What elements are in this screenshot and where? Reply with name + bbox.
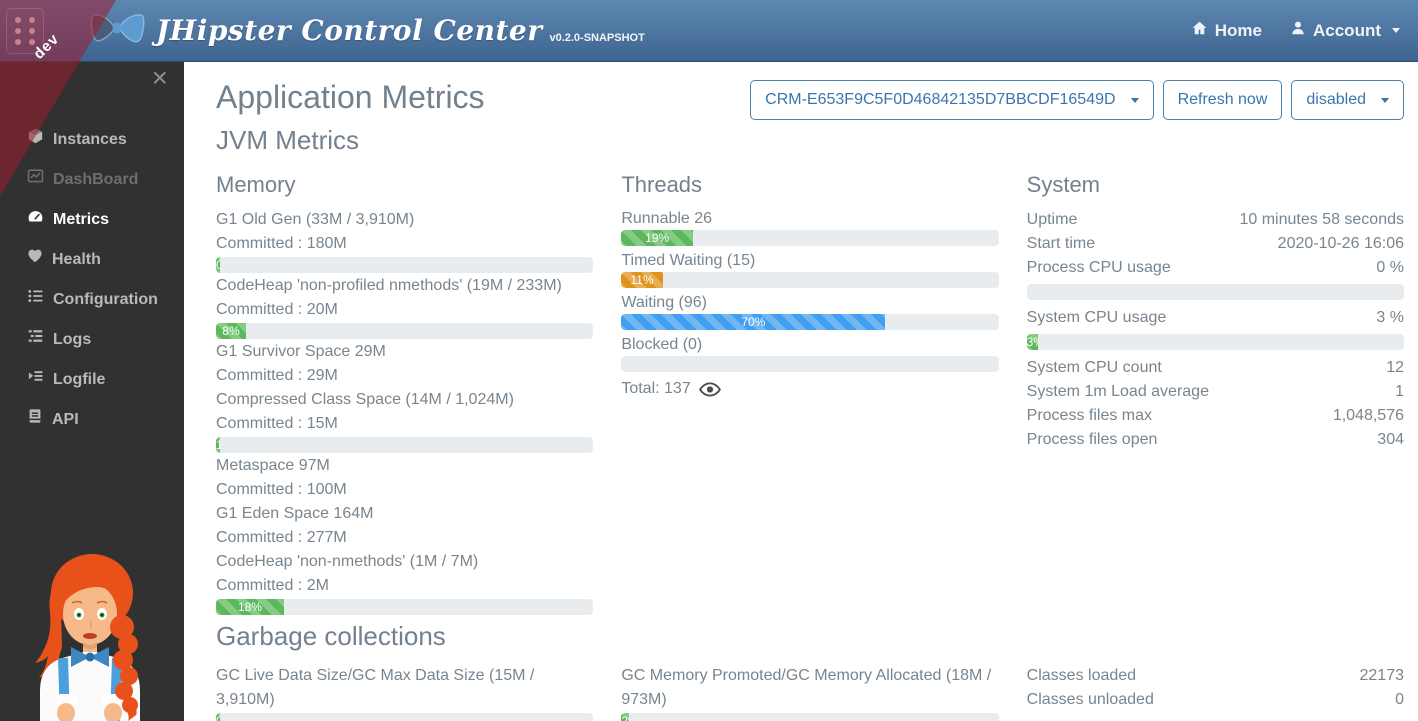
tasks-icon (27, 328, 44, 352)
progress-bar: 3% (1027, 334, 1404, 350)
threads-column: Threads Runnable 26 19% Timed Waiting (1… (621, 172, 998, 616)
page-title: Application Metrics (216, 78, 485, 116)
refresh-rate-select[interactable]: disabled (1291, 80, 1404, 120)
logfile-icon (27, 368, 44, 392)
progress-bar: 19% (621, 230, 998, 246)
system-row: Start time2020-10-26 16:06 (1027, 232, 1404, 256)
memory-item: G1 Survivor Space 29M Committed : 29M (216, 340, 593, 388)
close-icon[interactable]: × (152, 64, 168, 92)
memory-item: G1 Eden Space 164M Committed : 277M (216, 502, 593, 550)
sidebar-item-instances[interactable]: Instances (0, 120, 184, 160)
classes-row: Classes unloaded0 (1027, 688, 1404, 712)
brand[interactable]: JHipster Control Center v0.2.0-SNAPSHOT (88, 9, 645, 52)
cube-icon (27, 128, 44, 152)
progress-bar: 70% (621, 314, 998, 330)
thread-item: Blocked (0) (621, 334, 998, 372)
user-icon (1290, 20, 1306, 41)
eye-icon[interactable] (699, 382, 721, 397)
memory-item: CodeHeap 'non-profiled nmethods' (19M / … (216, 274, 593, 339)
gc-item: GC Live Data Size/GC Max Data Size (15M … (216, 664, 593, 721)
account-menu[interactable]: Account (1290, 20, 1400, 41)
sidebar-item-configuration[interactable]: Configuration (0, 280, 184, 320)
system-row: Process CPU usage0 % (1027, 256, 1404, 280)
main-content: Application Metrics CRM-E653F9C5F0D46842… (184, 62, 1418, 721)
classes-row: Classes loaded22173 (1027, 664, 1404, 688)
thread-item: Timed Waiting (15) 11% (621, 250, 998, 288)
progress-bar: 0% (216, 713, 593, 721)
progress-bar (621, 356, 998, 372)
memory-item: Compressed Class Space (14M / 1,024M) Co… (216, 388, 593, 453)
gc-item: GC Memory Promoted/GC Memory Allocated (… (621, 664, 998, 721)
bowtie-logo-icon (88, 9, 146, 52)
brand-version: v0.2.0-SNAPSHOT (549, 32, 644, 44)
memory-item: G1 Old Gen (33M / 3,910M) Committed : 18… (216, 208, 593, 273)
progress-bar: 1% (216, 437, 593, 453)
tachometer-icon (27, 208, 44, 232)
sidebar-item-health[interactable]: Health (0, 240, 184, 280)
memory-item: CodeHeap 'non-nmethods' (1M / 7M) Commit… (216, 550, 593, 615)
sidebar-item-logs[interactable]: Logs (0, 320, 184, 360)
sidebar-item-api[interactable]: API (0, 400, 184, 440)
threads-title: Threads (621, 172, 998, 198)
top-navbar: JHipster Control Center v0.2.0-SNAPSHOT … (0, 0, 1418, 62)
sidebar-item-logfile[interactable]: Logfile (0, 360, 184, 400)
heart-icon (27, 248, 43, 272)
progress-bar: 18% (216, 599, 593, 615)
sidebar-item-metrics[interactable]: Metrics (0, 200, 184, 240)
system-row: Process files open304 (1027, 428, 1404, 452)
system-title: System (1027, 172, 1404, 198)
chevron-down-icon (1381, 98, 1389, 103)
book-icon (27, 408, 43, 432)
dashboard-chart-icon (27, 168, 44, 192)
system-row: Uptime10 minutes 58 seconds (1027, 208, 1404, 232)
list-icon (27, 288, 44, 312)
progress-bar: 11% (621, 272, 998, 288)
system-row: System CPU count12 (1027, 356, 1404, 380)
refresh-now-button[interactable]: Refresh now (1163, 80, 1283, 120)
progress-bar: 2% (621, 713, 998, 721)
gc-title: Garbage collections (216, 620, 1404, 652)
home-link[interactable]: Home (1191, 20, 1262, 41)
home-icon (1191, 20, 1208, 41)
thread-item: Runnable 26 19% (621, 208, 998, 246)
memory-column: Memory G1 Old Gen (33M / 3,910M) Committ… (216, 172, 593, 616)
system-row: System CPU usage3 % (1027, 306, 1404, 330)
system-column: System Uptime10 minutes 58 seconds Start… (1027, 172, 1404, 616)
instance-select[interactable]: CRM-E653F9C5F0D46842135D7BBCDF16549D (750, 80, 1153, 120)
sidebar: × Instances DashBoard Metrics Health Con… (0, 62, 184, 721)
system-row: System 1m Load average1 (1027, 380, 1404, 404)
jhipster-girl-avatar (0, 541, 185, 721)
threads-total: Total: 137 (621, 377, 690, 401)
memory-title: Memory (216, 172, 593, 198)
metrics-toolbar: CRM-E653F9C5F0D46842135D7BBCDF16549D Ref… (750, 80, 1404, 120)
gc-classes-column: Classes loaded22173 Classes unloaded0 (1027, 664, 1404, 721)
chevron-down-icon (1131, 98, 1139, 103)
progress-bar: 0% (216, 257, 593, 273)
progress-bar (1027, 284, 1404, 300)
system-row: Process files max1,048,576 (1027, 404, 1404, 428)
memory-item: Metaspace 97M Committed : 100M (216, 454, 593, 502)
progress-bar: 8% (216, 323, 593, 339)
sidebar-item-dashboard[interactable]: DashBoard (0, 160, 184, 200)
thread-item: Waiting (96) 70% (621, 292, 998, 330)
chevron-down-icon (1392, 28, 1400, 33)
jvm-metrics-title: JVM Metrics (216, 124, 1404, 156)
brand-title: JHipster Control Center (156, 14, 542, 47)
app-grid-button[interactable] (6, 8, 44, 54)
